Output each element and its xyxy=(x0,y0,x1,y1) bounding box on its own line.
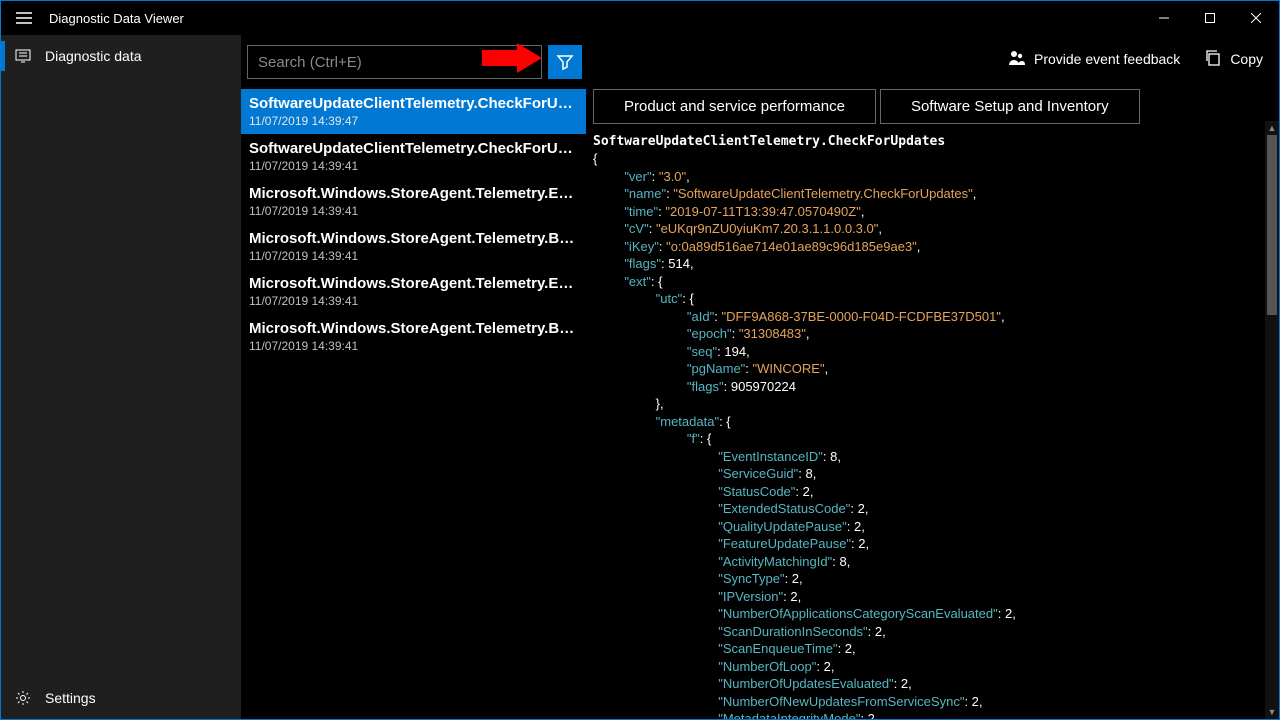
maximize-button[interactable] xyxy=(1187,2,1233,34)
event-name: SoftwareUpdateClientTelemetry.CheckForUp… xyxy=(249,95,578,112)
gear-icon xyxy=(15,690,31,706)
provide-feedback-button[interactable]: Provide event feedback xyxy=(1008,49,1180,70)
filter-button[interactable] xyxy=(548,45,582,79)
event-timestamp: 11/07/2019 14:39:41 xyxy=(249,159,578,173)
minimize-button[interactable] xyxy=(1141,2,1187,34)
scroll-down-icon[interactable]: ▼ xyxy=(1265,705,1279,719)
close-button[interactable] xyxy=(1233,2,1279,34)
search-input[interactable] xyxy=(247,45,542,79)
event-list-item[interactable]: Microsoft.Windows.StoreAgent.Telemetry.B… xyxy=(241,314,586,359)
event-timestamp: 11/07/2019 14:39:41 xyxy=(249,339,578,353)
copy-button[interactable]: Copy xyxy=(1204,49,1263,70)
sidebar-item-label: Diagnostic data xyxy=(45,48,142,64)
event-list-item[interactable]: Microsoft.Windows.StoreAgent.Telemetry.E… xyxy=(241,269,586,314)
event-list-item[interactable]: Microsoft.Windows.StoreAgent.Telemetry.E… xyxy=(241,179,586,224)
event-timestamp: 11/07/2019 14:39:47 xyxy=(249,114,578,128)
event-timestamp: 11/07/2019 14:39:41 xyxy=(249,204,578,218)
event-name: Microsoft.Windows.StoreAgent.Telemetry.E… xyxy=(249,275,578,292)
sidebar-item-settings[interactable]: Settings xyxy=(1,677,241,719)
diagnostic-data-icon xyxy=(15,48,31,64)
event-timestamp: 11/07/2019 14:39:41 xyxy=(249,294,578,308)
sidebar-item-label: Settings xyxy=(45,690,96,706)
json-viewer[interactable]: { "ver": "3.0", "name": "SoftwareUpdateC… xyxy=(587,151,1279,719)
scroll-thumb[interactable] xyxy=(1267,135,1277,315)
event-list-panel: SoftwareUpdateClientTelemetry.CheckForUp… xyxy=(241,35,587,719)
scrollbar[interactable]: ▲ ▼ xyxy=(1265,121,1279,719)
feedback-icon xyxy=(1008,49,1026,70)
hamburger-menu[interactable] xyxy=(9,3,39,33)
event-list-item[interactable]: SoftwareUpdateClientTelemetry.CheckForUp… xyxy=(241,89,586,134)
event-name: Microsoft.Windows.StoreAgent.Telemetry.E… xyxy=(249,185,578,202)
event-list-item[interactable]: SoftwareUpdateClientTelemetry.CheckForUp… xyxy=(241,134,586,179)
copy-icon xyxy=(1204,49,1222,70)
event-list-item[interactable]: Microsoft.Windows.StoreAgent.Telemetry.B… xyxy=(241,224,586,269)
event-name: Microsoft.Windows.StoreAgent.Telemetry.B… xyxy=(249,230,578,247)
detail-panel: Provide event feedback Copy Product and … xyxy=(587,35,1279,719)
app-title: Diagnostic Data Viewer xyxy=(49,11,184,26)
sidebar: Diagnostic data Settings xyxy=(1,35,241,719)
tab-software-setup[interactable]: Software Setup and Inventory xyxy=(880,89,1140,124)
event-timestamp: 11/07/2019 14:39:41 xyxy=(249,249,578,263)
detail-event-title: SoftwareUpdateClientTelemetry.CheckForUp… xyxy=(587,130,1279,151)
event-name: SoftwareUpdateClientTelemetry.CheckForUp… xyxy=(249,140,578,157)
event-name: Microsoft.Windows.StoreAgent.Telemetry.B… xyxy=(249,320,578,337)
sidebar-item-diagnostic-data[interactable]: Diagnostic data xyxy=(1,35,241,77)
tab-product-performance[interactable]: Product and service performance xyxy=(593,89,876,124)
scroll-up-icon[interactable]: ▲ xyxy=(1265,121,1279,135)
